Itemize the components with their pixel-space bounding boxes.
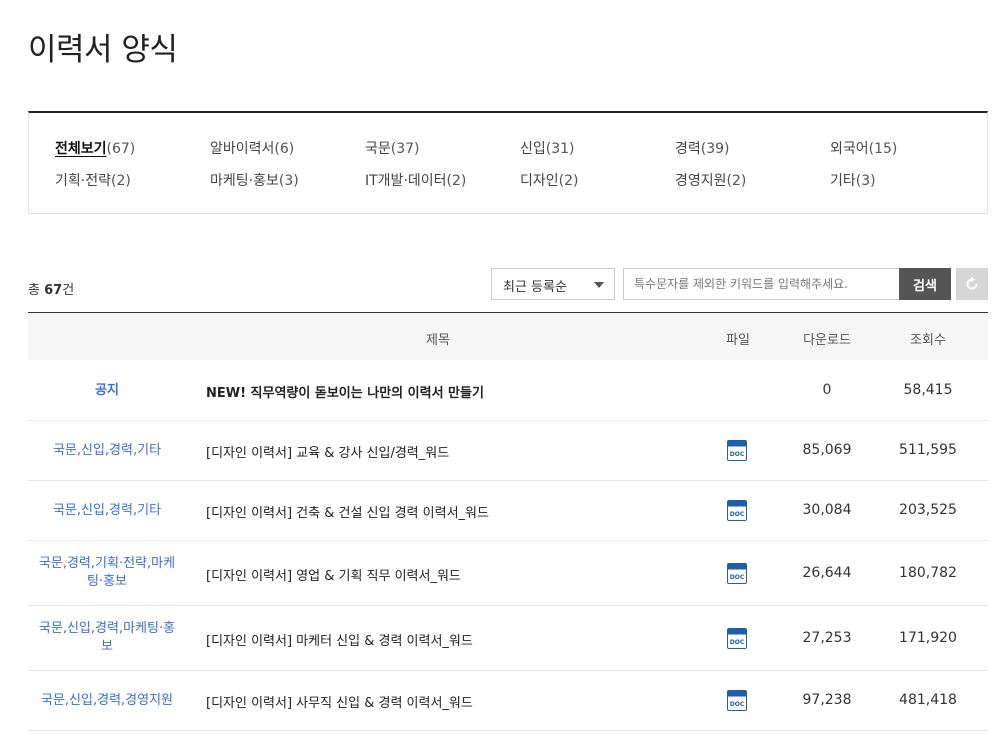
doc-icon[interactable]: DOC <box>727 563 749 585</box>
category-etc[interactable]: 기타(3) <box>830 170 876 190</box>
table-row[interactable]: 국문,경력,기획·전략,마케팅·홍보 [디자인 이력서] 영업 & 기획 직무 … <box>28 541 988 606</box>
category-marketing[interactable]: 마케팅·홍보(3) <box>210 170 299 190</box>
row-category[interactable]: 국문,경력,기획·전략,마케팅·홍보 <box>36 555 178 591</box>
category-parttime[interactable]: 알바이력서(6) <box>210 138 294 158</box>
row-views: 203,525 <box>899 502 957 518</box>
svg-text:DOC: DOC <box>730 511 745 518</box>
category-count: (6) <box>274 141 295 157</box>
header-views: 조회수 <box>910 333 946 348</box>
search-input[interactable] <box>623 268 899 300</box>
table-row[interactable]: 국문,신입,경력,경영지원 [디자인 이력서] 사무직 신입 & 경력 이력서_… <box>28 671 988 731</box>
row-downloads: 26,644 <box>802 565 852 581</box>
category-korean[interactable]: 국문(37) <box>365 138 420 158</box>
doc-icon[interactable]: DOC <box>727 690 749 712</box>
category-design[interactable]: 디자인(2) <box>520 170 578 190</box>
category-all[interactable]: 전체보기(67) <box>55 138 135 158</box>
row-title[interactable]: [디자인 이력서] 영업 & 기획 직무 이력서_워드 <box>206 565 461 584</box>
category-foreign-language[interactable]: 외국어(15) <box>830 138 897 158</box>
header-title: 제목 <box>426 333 450 348</box>
row-views: 481,418 <box>899 692 957 708</box>
category-label: 경력 <box>675 141 701 157</box>
category-label: 외국어 <box>830 141 869 157</box>
doc-icon[interactable]: DOC <box>727 628 749 650</box>
row-category[interactable]: 국문,신입,경력,기타 <box>36 502 178 520</box>
category-count: (3) <box>278 173 299 189</box>
category-label: 전체보기 <box>55 141 107 157</box>
table-row[interactable]: 국문,신입,경력,기타 [디자인 이력서] 건축 & 건설 신입 경력 이력서_… <box>28 481 988 541</box>
total-number: 67 <box>44 283 63 298</box>
category-count: (67) <box>106 141 136 157</box>
category-label: 기획·전략 <box>55 173 111 189</box>
category-count: (2) <box>726 173 747 189</box>
table-row[interactable]: 국문,신입,경력,기타 [디자인 이력서] 교육 & 강사 신입/경력_워드 D… <box>28 421 988 481</box>
category-management[interactable]: 경영지원(2) <box>675 170 746 190</box>
row-downloads: 27,253 <box>802 630 852 646</box>
resume-table: 제목 파일 다운로드 조회수 공지 NEW! 직무역량이 돋보이는 나만의 이력… <box>28 312 988 731</box>
row-title[interactable]: [디자인 이력서] 건축 & 건설 신입 경력 이력서_워드 <box>206 502 489 521</box>
row-category[interactable]: 공지 <box>36 382 178 400</box>
refresh-icon <box>966 276 978 290</box>
category-count: (37) <box>390 141 420 157</box>
category-count: (3) <box>855 173 876 189</box>
row-category[interactable]: 국문,신입,경력,마케팅·홍보 <box>36 620 178 656</box>
row-downloads: 0 <box>822 382 832 398</box>
category-entry[interactable]: 신입(31) <box>520 138 575 158</box>
category-count: (2) <box>558 173 579 189</box>
chevron-down-icon <box>594 282 604 288</box>
category-label: 국문 <box>365 141 391 157</box>
category-label: 기타 <box>830 173 856 189</box>
row-views: 171,920 <box>899 630 957 646</box>
sort-selected-label: 최근 등록순 <box>503 280 567 295</box>
category-count: (2) <box>446 173 467 189</box>
category-experienced[interactable]: 경력(39) <box>675 138 730 158</box>
total-prefix: 총 <box>28 283 45 298</box>
doc-icon[interactable]: DOC <box>727 440 749 462</box>
row-title[interactable]: [디자인 이력서] 마케터 신입 & 경력 이력서_워드 <box>206 630 473 649</box>
category-count: (2) <box>110 173 131 189</box>
category-filter: 전체보기(67) 알바이력서(6) 국문(37) 신입(31) 경력(39) 외… <box>28 111 988 214</box>
svg-text:DOC: DOC <box>730 701 745 708</box>
row-views: 58,415 <box>903 382 953 398</box>
row-title[interactable]: NEW! 직무역량이 돋보이는 나만의 이력서 만들기 <box>206 382 484 401</box>
reset-button[interactable] <box>956 268 988 300</box>
category-label: 경영지원 <box>675 173 727 189</box>
page-title: 이력서 양식 <box>28 32 178 68</box>
total-count: 총 67건 <box>28 279 74 298</box>
category-label: 신입 <box>520 141 546 157</box>
category-label: 알바이력서 <box>210 141 275 157</box>
row-category[interactable]: 국문,신입,경력,기타 <box>36 442 178 460</box>
category-label: 디자인 <box>520 173 559 189</box>
table-row-notice[interactable]: 공지 NEW! 직무역량이 돋보이는 나만의 이력서 만들기 0 58,415 <box>28 360 988 421</box>
category-label: IT개발·데이터 <box>365 173 447 189</box>
svg-text:DOC: DOC <box>730 574 745 581</box>
row-downloads: 85,069 <box>802 442 852 458</box>
category-count: (31) <box>545 141 575 157</box>
total-suffix: 건 <box>62 283 75 298</box>
search-button[interactable]: 검색 <box>899 268 951 300</box>
svg-text:DOC: DOC <box>730 451 745 458</box>
row-views: 180,782 <box>899 565 957 581</box>
row-downloads: 97,238 <box>802 692 852 708</box>
row-category[interactable]: 국문,신입,경력,경영지원 <box>36 692 178 710</box>
table-row[interactable]: 국문,신입,경력,마케팅·홍보 [디자인 이력서] 마케터 신입 & 경력 이력… <box>28 606 988 671</box>
row-views: 511,595 <box>899 442 957 458</box>
category-it-data[interactable]: IT개발·데이터(2) <box>365 170 466 190</box>
category-planning[interactable]: 기획·전략(2) <box>55 170 131 190</box>
row-downloads: 30,084 <box>802 502 852 518</box>
header-downloads: 다운로드 <box>803 333 851 348</box>
svg-text:DOC: DOC <box>730 639 745 646</box>
category-count: (39) <box>700 141 730 157</box>
category-label: 마케팅·홍보 <box>210 173 279 189</box>
sort-select[interactable]: 최근 등록순 <box>491 268 615 300</box>
table-header: 제목 파일 다운로드 조회수 <box>28 313 988 360</box>
row-title[interactable]: [디자인 이력서] 사무직 신입 & 경력 이력서_워드 <box>206 692 473 711</box>
category-count: (15) <box>868 141 898 157</box>
header-file: 파일 <box>726 333 750 348</box>
row-title[interactable]: [디자인 이력서] 교육 & 강사 신입/경력_워드 <box>206 442 449 461</box>
doc-icon[interactable]: DOC <box>727 500 749 522</box>
